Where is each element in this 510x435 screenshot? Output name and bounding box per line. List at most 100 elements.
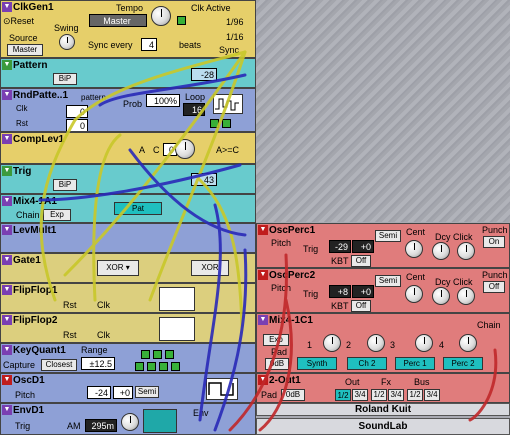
module-menu-icon[interactable]: ▼ [258, 315, 268, 325]
module-menu-icon[interactable]: ▼ [2, 196, 12, 206]
exp-button[interactable]: Exp [263, 334, 289, 346]
level-knob-2[interactable] [367, 334, 385, 352]
out-label: Out [345, 377, 360, 387]
module-menu-icon[interactable]: ▼ [2, 225, 12, 235]
channel-3-number: 3 [390, 340, 396, 350]
click-knob[interactable] [457, 287, 475, 305]
semi-value[interactable]: -29 [329, 240, 351, 253]
module-menu-icon[interactable]: ▼ [2, 90, 12, 100]
range-value[interactable]: ±12.5 [81, 357, 115, 370]
module-menu-icon[interactable]: ▼ [258, 225, 268, 235]
bip-button[interactable]: BiP [53, 179, 77, 191]
module-complev: ▼ CompLev1 A C 0 A>=C [0, 132, 256, 164]
pattern-value-2[interactable]: 0 [66, 119, 88, 131]
module-title: Trig [13, 166, 32, 177]
punch-label: Punch [482, 270, 508, 280]
tempo-display[interactable]: Master [89, 14, 147, 27]
module-menu-icon[interactable]: ▼ [2, 60, 12, 70]
key-6[interactable] [159, 362, 168, 371]
xor-selector-2[interactable]: XOR [191, 260, 229, 276]
semi-value[interactable]: +8 [329, 285, 351, 298]
pitch-label: Pitch [15, 390, 36, 400]
module-menu-icon[interactable]: ▼ [2, 255, 12, 265]
click-label: Click [453, 232, 473, 242]
key-2[interactable] [153, 350, 162, 359]
cent-knob[interactable] [405, 285, 423, 303]
fx-label: Fx [381, 377, 391, 387]
channel-4-label: Perc 2 [443, 357, 483, 370]
exp-button[interactable]: Exp [43, 209, 71, 221]
kbt-button[interactable]: Off [351, 255, 371, 267]
loop-value[interactable]: 16 [183, 103, 205, 116]
trig-label: Trig [303, 244, 319, 254]
loop-label: Loop [185, 92, 206, 102]
waveform-selector[interactable] [206, 378, 238, 400]
bus-12-button[interactable]: 1/2 [407, 389, 423, 401]
swing-knob[interactable] [59, 34, 75, 50]
prob-value[interactable]: 100% [146, 94, 180, 107]
pad-button[interactable]: 0dB [265, 358, 289, 370]
module-title: 2-Out1 [269, 375, 301, 386]
source-button[interactable]: Master [7, 44, 43, 56]
key-1[interactable] [141, 350, 150, 359]
fx-12-button[interactable]: 1/2 [371, 389, 387, 401]
module-menu-icon[interactable]: ▼ [2, 375, 12, 385]
module-keyquant: ▼ KeyQuant1 Range ±12.5 Capture Closest [0, 343, 256, 373]
key-7[interactable] [171, 362, 180, 371]
sync-every-value[interactable]: 4 [141, 38, 157, 51]
module-title: OscPerc1 [269, 225, 316, 236]
module-menu-icon[interactable]: ▼ [2, 405, 12, 415]
bus-34-button[interactable]: 3/4 [424, 389, 440, 401]
semi-button[interactable]: Semi [135, 386, 159, 398]
chain-label: Chain [477, 320, 501, 330]
closest-button[interactable]: Closest [41, 359, 77, 371]
semi-button[interactable]: Semi [375, 230, 401, 242]
level-knob-3[interactable] [415, 334, 433, 352]
osc-value-1[interactable]: -24 [87, 386, 111, 399]
fx-34-button[interactable]: 3/4 [388, 389, 404, 401]
punch-button[interactable]: On [483, 236, 505, 248]
module-levmult: ▼ LevMult1 [0, 223, 256, 253]
out-12-button[interactable]: 1/2 [335, 389, 351, 401]
key-4[interactable] [135, 362, 144, 371]
cent-knob[interactable] [405, 240, 423, 258]
module-menu-icon[interactable]: ▼ [2, 285, 12, 295]
module-menu-icon[interactable]: ▼ [2, 166, 12, 176]
module-oscd: ▼ OscD1 Pitch -24 +0 Semi [0, 373, 256, 403]
module-title: OscPerc2 [269, 270, 316, 281]
osc-value-2[interactable]: +0 [113, 386, 133, 399]
module-oscperc-2: ▼ OscPerc2 Pitch Trig Semi Cent Dcy Clic… [256, 268, 510, 313]
pad-button[interactable]: 0dB [281, 389, 305, 401]
kbt-button[interactable]: Off [351, 300, 371, 312]
module-menu-icon[interactable]: ▼ [2, 134, 12, 144]
c-knob[interactable] [175, 139, 195, 159]
key-3[interactable] [165, 350, 174, 359]
module-menu-icon[interactable]: ▼ [258, 375, 268, 385]
xor-selector-1[interactable]: XOR ▾ [97, 260, 139, 276]
env-time[interactable]: 295m [85, 419, 117, 432]
level-knob-1[interactable] [323, 334, 341, 352]
decay-knob[interactable] [432, 242, 450, 260]
click-knob[interactable] [457, 242, 475, 260]
module-menu-icon[interactable]: ▼ [2, 315, 12, 325]
clk-active-label: Clk Active [191, 3, 231, 13]
cent-value[interactable]: +0 [352, 240, 374, 253]
module-menu-icon[interactable]: ▼ [2, 2, 12, 12]
chain-label: Chain [16, 210, 40, 220]
env-knob[interactable] [121, 413, 139, 431]
module-menu-icon[interactable]: ▼ [2, 345, 12, 355]
bip-button[interactable]: BiP [53, 73, 77, 85]
out-34-button[interactable]: 3/4 [352, 389, 368, 401]
agc-label: A>=C [216, 145, 240, 155]
level-knob-4[interactable] [459, 334, 477, 352]
semi-button[interactable]: Semi [375, 275, 401, 287]
cent-label: Cent [406, 272, 426, 282]
source-label: Source [9, 33, 38, 43]
cent-value[interactable]: +0 [352, 285, 374, 298]
decay-knob[interactable] [432, 287, 450, 305]
tempo-knob[interactable] [151, 6, 171, 26]
punch-button[interactable]: Off [483, 281, 505, 293]
key-5[interactable] [147, 362, 156, 371]
module-menu-icon[interactable]: ▼ [258, 270, 268, 280]
pattern-value-1[interactable]: 0 [66, 105, 88, 118]
